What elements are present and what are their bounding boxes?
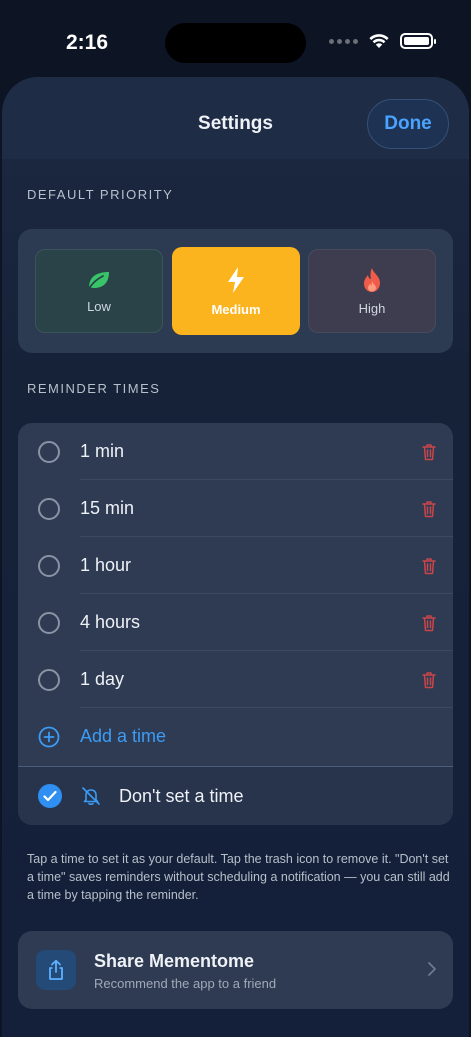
share-app-button[interactable]: Share Mementome Recommend the app to a f… xyxy=(18,931,453,1009)
reminder-item[interactable]: 15 min xyxy=(18,480,453,537)
reminder-label: 1 hour xyxy=(80,555,132,575)
chevron-right-icon xyxy=(428,962,436,976)
priority-selector: Low Medium High xyxy=(18,229,453,353)
default-priority-label: DEFAULT PRIORITY xyxy=(27,187,174,202)
priority-low-label: Low xyxy=(87,298,111,314)
radio-button[interactable] xyxy=(38,668,60,691)
share-subtitle: Recommend the app to a friend xyxy=(94,976,277,991)
reminder-label: 1 day xyxy=(80,669,125,689)
radio-button[interactable] xyxy=(38,440,60,463)
priority-low-option[interactable]: Low xyxy=(35,249,163,333)
reminder-item[interactable]: 1 min xyxy=(18,423,453,480)
reminder-item[interactable]: 1 hour xyxy=(18,537,453,594)
battery-icon xyxy=(400,33,436,49)
flame-icon xyxy=(364,267,380,292)
plus-circle-icon xyxy=(38,726,60,747)
reminder-label: 4 hours xyxy=(80,612,141,632)
status-icons xyxy=(329,33,436,49)
wifi-icon xyxy=(369,34,389,48)
priority-high-option[interactable]: High xyxy=(308,249,436,333)
status-bar: 2:16 xyxy=(0,0,471,78)
radio-button[interactable] xyxy=(38,497,60,520)
no-time-option[interactable]: Don't set a time xyxy=(18,766,453,825)
reminder-label: 1 min xyxy=(80,441,125,461)
dynamic-island xyxy=(165,23,306,63)
radio-button[interactable] xyxy=(38,554,60,577)
trash-icon[interactable] xyxy=(421,614,437,632)
radio-button[interactable] xyxy=(38,611,60,634)
leaf-icon xyxy=(87,271,109,291)
cellular-signal-icon xyxy=(329,38,358,44)
reminder-help-text: Tap a time to set it as your default. Ta… xyxy=(27,852,450,902)
bell-slash-icon xyxy=(82,787,100,806)
sheet-header: Settings Done xyxy=(2,77,469,159)
reminder-item[interactable]: 1 day xyxy=(18,651,453,708)
reminder-times-label: REMINDER TIMES xyxy=(27,381,161,396)
priority-medium-option[interactable]: Medium xyxy=(172,247,300,335)
priority-medium-label: Medium xyxy=(211,301,261,317)
done-button[interactable]: Done xyxy=(367,99,449,149)
reminder-times-list: 1 min 15 min 1 hour 4 hours 1 day Add a … xyxy=(18,423,453,825)
reminder-label: 15 min xyxy=(80,498,135,518)
lightning-icon xyxy=(228,266,244,293)
trash-icon[interactable] xyxy=(421,557,437,575)
checkmark-icon xyxy=(38,784,62,808)
trash-icon[interactable] xyxy=(421,671,437,689)
priority-high-label: High xyxy=(358,300,386,316)
status-time: 2:16 xyxy=(66,31,109,54)
add-time-button[interactable]: Add a time xyxy=(18,708,453,765)
no-time-label: Don't set a time xyxy=(119,785,244,806)
reminder-item[interactable]: 4 hours xyxy=(18,594,453,651)
settings-sheet: Settings Done DEFAULT PRIORITY Low Mediu… xyxy=(2,77,469,1037)
add-time-label: Add a time xyxy=(80,726,167,746)
trash-icon[interactable] xyxy=(421,500,437,518)
trash-icon[interactable] xyxy=(421,443,437,461)
share-title: Share Mementome xyxy=(94,951,255,971)
share-icon xyxy=(36,950,76,990)
